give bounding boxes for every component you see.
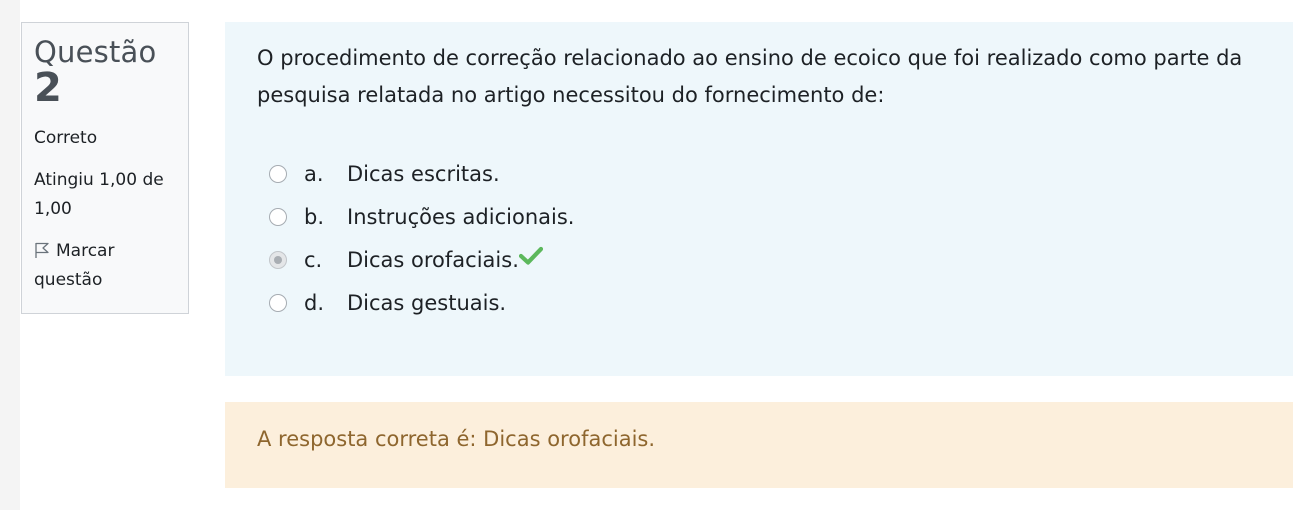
answer-option-d[interactable]: d. Dicas gestuais. [269, 281, 574, 324]
flag-question-link[interactable]: Marcar questão [34, 237, 177, 295]
answer-letter: d. [304, 290, 325, 315]
feedback-panel: A resposta correta é: Dicas orofaciais. [225, 402, 1293, 488]
answer-text: Dicas orofaciais. [347, 247, 519, 272]
question-number: 2 [34, 65, 62, 111]
answer-radio-b[interactable] [269, 207, 287, 226]
quiz-page: Questão 2 Correto Atingiu 1,00 de 1,00 M… [20, 0, 1297, 510]
answer-radio-c[interactable] [269, 250, 287, 269]
question-info-panel: Questão 2 Correto Atingiu 1,00 de 1,00 M… [21, 22, 189, 314]
flag-icon [35, 242, 49, 258]
answer-text: Instruções adicionais. [347, 204, 575, 229]
answer-option-c[interactable]: c. Dicas orofaciais. [269, 238, 574, 281]
answer-radio-a[interactable] [269, 164, 287, 183]
answer-option-b[interactable]: b. Instruções adicionais. [269, 195, 574, 238]
right-answer-text: A resposta correta é: Dicas orofaciais. [257, 427, 656, 451]
answer-list: a. Dicas escritas. b. Instruções adicion… [269, 152, 574, 324]
checkmark-icon [518, 246, 543, 265]
answer-text: Dicas gestuais. [347, 290, 507, 315]
answer-text: Dicas escritas. [347, 161, 500, 186]
question-content: O procedimento de correção relacionado a… [225, 22, 1293, 376]
answer-option-a[interactable]: a. Dicas escritas. [269, 152, 574, 195]
question-label: Questão [34, 35, 157, 69]
question-state: Correto [34, 128, 98, 148]
answer-letter: b. [304, 204, 325, 229]
answer-letter: a. [304, 161, 324, 186]
question-grade: Atingiu 1,00 de 1,00 [34, 170, 164, 219]
answer-radio-d[interactable] [269, 293, 287, 312]
answer-letter: c. [304, 247, 323, 272]
question-text: O procedimento de correção relacionado a… [257, 46, 1243, 107]
correct-check [518, 246, 543, 273]
